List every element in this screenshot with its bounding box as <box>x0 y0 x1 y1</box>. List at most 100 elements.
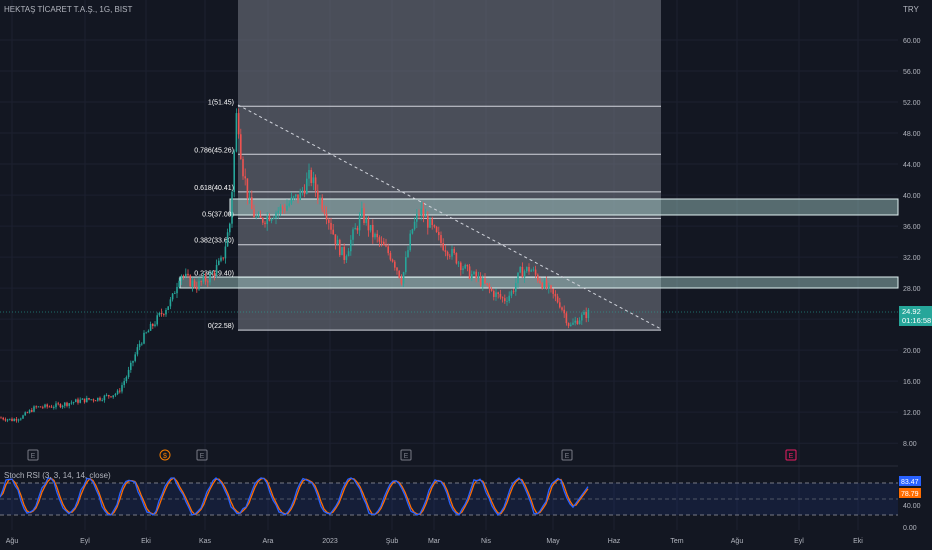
candle-body <box>380 241 383 243</box>
candle-body <box>358 216 361 231</box>
last-price-countdown: 01:16:58 <box>902 316 931 325</box>
candle-body <box>108 395 110 397</box>
candle-body <box>143 332 145 344</box>
candle-body <box>526 266 528 272</box>
time-tick-label: Ağu <box>6 538 19 545</box>
candle-body <box>92 399 95 401</box>
candle-body <box>275 212 277 219</box>
candle-body <box>220 257 222 261</box>
time-tick-label: May <box>546 538 560 545</box>
candle-body <box>477 276 480 278</box>
candle-body <box>59 404 62 408</box>
candle-body <box>101 400 103 402</box>
candle-body <box>0 417 2 419</box>
candle-body <box>226 232 229 247</box>
candle-body <box>180 275 183 281</box>
candle-body <box>31 410 33 412</box>
candle-body <box>449 255 451 257</box>
candle-body <box>213 272 216 276</box>
event-label: E <box>200 453 205 460</box>
candle-body <box>367 218 370 231</box>
stoch-rsi-title[interactable]: Stoch RSI (3, 3, 14, 14, close) <box>4 471 111 480</box>
candle-body <box>127 369 130 378</box>
candle-body <box>504 298 506 302</box>
candle-body <box>396 267 398 271</box>
candle-body <box>559 302 561 308</box>
candle-body <box>405 257 407 273</box>
symbol-title[interactable]: HEKTAŞ TİCARET T.A.Ş., 1G, BIST <box>4 5 132 14</box>
candle-body <box>248 197 251 199</box>
candle-body <box>61 405 64 408</box>
candle-body <box>72 402 75 403</box>
candle-body <box>389 253 392 260</box>
candle-body <box>499 293 502 298</box>
candle-body <box>541 283 543 289</box>
candle-body <box>528 266 530 272</box>
time-tick-label: 2023 <box>322 538 338 545</box>
candle-body <box>35 406 37 408</box>
candle-body <box>295 194 297 197</box>
price-tick-label: 52.00 <box>903 100 921 107</box>
candle-body <box>444 250 447 252</box>
price-tick-label: 44.00 <box>903 162 921 169</box>
price-tick-label: 56.00 <box>903 69 921 76</box>
event-label: $ <box>163 453 167 460</box>
candle-body <box>321 197 323 210</box>
resistance-zone-lower[interactable] <box>179 276 899 289</box>
candle-body <box>246 178 249 199</box>
candle-body <box>266 215 268 225</box>
candle-body <box>475 271 477 278</box>
candle-body <box>264 222 266 225</box>
candle-body <box>385 245 387 247</box>
fib-level-label: 1(51.45) <box>208 99 234 106</box>
candle-body <box>583 311 585 315</box>
candle-body <box>209 273 211 283</box>
candle-body <box>251 197 253 210</box>
currency-label[interactable]: TRY <box>903 5 920 14</box>
candle-body <box>105 395 108 396</box>
event-label: E <box>789 453 794 460</box>
candle-body <box>288 203 290 206</box>
candle-body <box>86 398 88 403</box>
candle-body <box>26 412 29 414</box>
candle-body <box>147 330 150 333</box>
candle-body <box>361 208 363 217</box>
candle-body <box>237 113 240 135</box>
candle-body <box>189 275 191 287</box>
candle-body <box>301 190 304 192</box>
candle-body <box>510 291 513 296</box>
resistance-zone-upper[interactable] <box>229 198 899 216</box>
price-tick-label: 20.00 <box>903 348 921 355</box>
candle-body <box>323 209 326 214</box>
candle-body <box>273 218 275 219</box>
candle-body <box>387 246 389 254</box>
candle-body <box>48 406 51 408</box>
time-tick-label: Şub <box>386 538 399 545</box>
candle-body <box>508 295 510 302</box>
trading-chart[interactable]: 1(51.45) 0.786(45.26) 0.618(40.41) 0.5(37.0… <box>0 0 932 550</box>
candle-body <box>471 274 473 279</box>
candle-body <box>438 232 440 236</box>
candle-body <box>372 224 374 238</box>
candle-body <box>347 251 350 257</box>
candle-body <box>191 280 194 287</box>
price-tick-label: 32.00 <box>903 255 921 262</box>
candle-body <box>167 306 169 310</box>
time-tick-label: Mar <box>428 538 441 545</box>
candle-body <box>365 218 367 223</box>
candle-body <box>297 194 299 200</box>
price-tick-label: 28.00 <box>903 286 921 293</box>
candle-body <box>255 216 257 218</box>
candle-body <box>537 274 539 281</box>
candle-body <box>292 196 295 198</box>
candle-body <box>578 320 581 325</box>
candle-body <box>431 218 433 226</box>
candle-body <box>64 402 66 406</box>
candle-body <box>112 395 114 398</box>
candle-body <box>460 262 462 271</box>
candle-body <box>457 262 460 264</box>
candle-body <box>44 404 46 408</box>
candle-body <box>299 191 301 200</box>
candle-body <box>369 224 372 231</box>
price-tick-label: 40.00 <box>903 193 921 200</box>
